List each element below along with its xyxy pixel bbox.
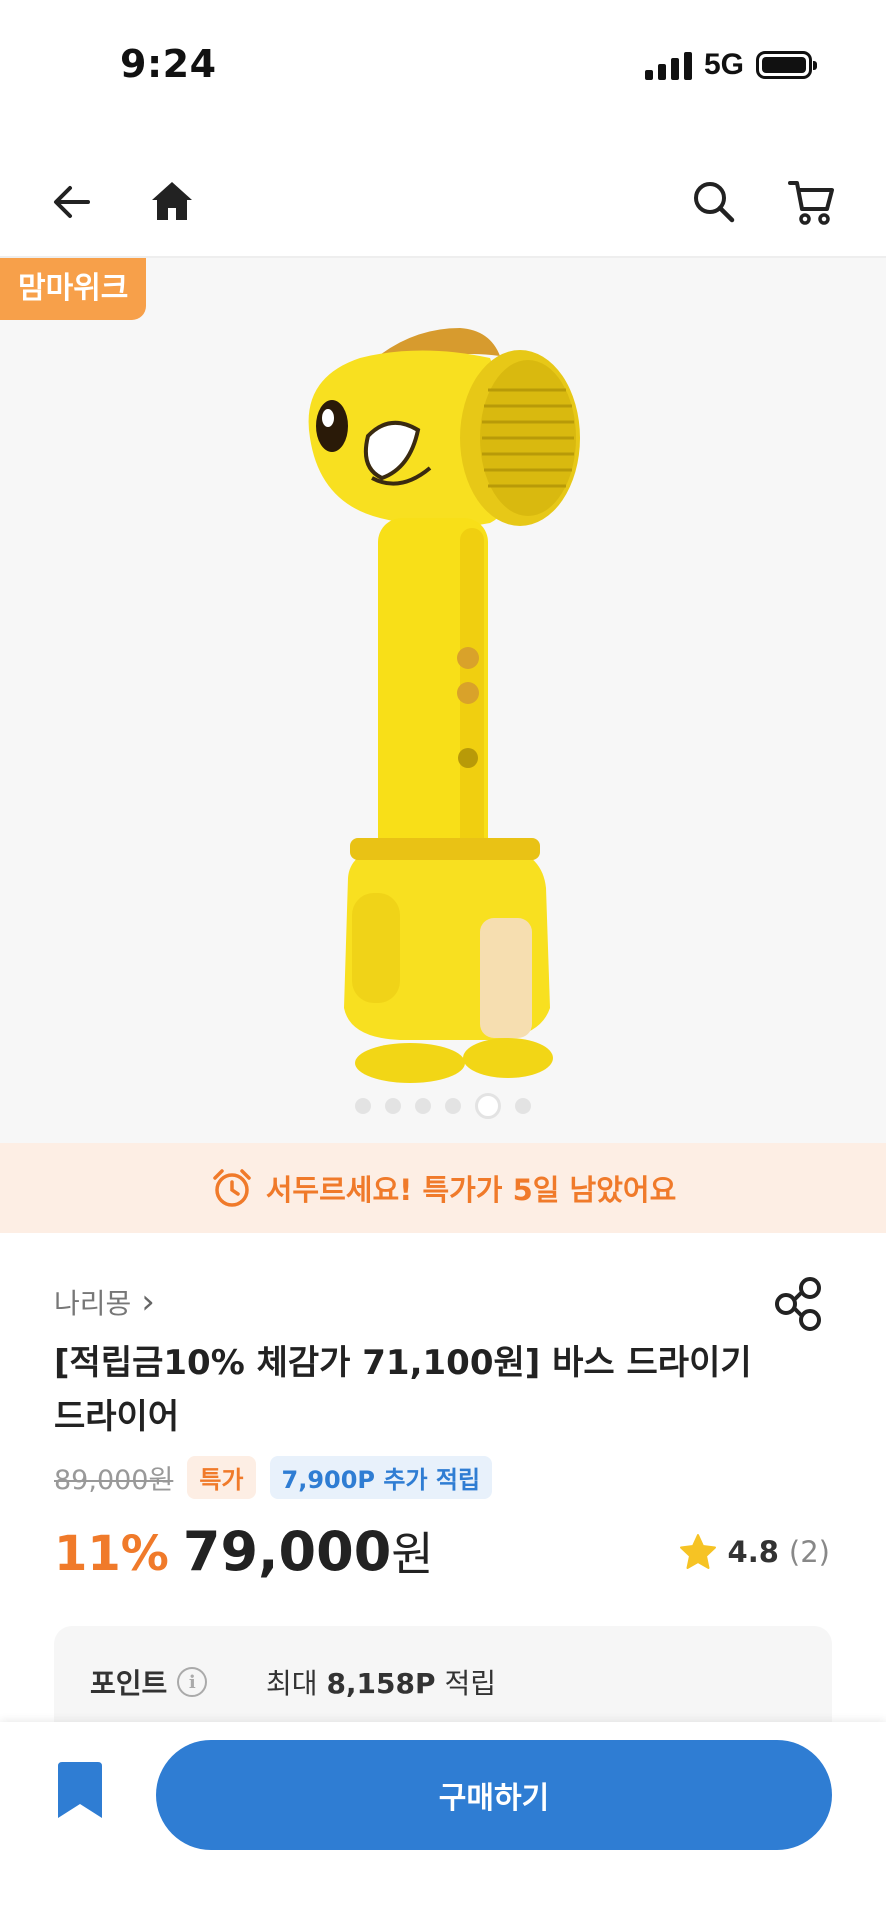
review-count: (2): [788, 1535, 830, 1569]
bookmark-icon: [58, 1762, 102, 1818]
back-arrow-icon: [54, 186, 90, 218]
status-bar: 9:24 5G: [0, 0, 886, 130]
points-amount: 8,158P: [326, 1667, 436, 1700]
product-title: [적립금10% 체감가 71,100원] 바스 드라이기 드라이어: [54, 1343, 752, 1437]
signal-icon: [644, 50, 692, 80]
status-time: 9:24: [120, 42, 217, 86]
status-indicators: 5G: [644, 48, 817, 82]
discount-rate: 11%: [54, 1526, 169, 1582]
carousel-dot[interactable]: [515, 1098, 531, 1114]
bonus-points-tag: 7,900P 추가 적립: [269, 1456, 493, 1499]
event-badge: 맘마위크: [0, 258, 147, 320]
product-image: [308, 328, 580, 1083]
bottom-action-bar: 구매하기: [0, 1722, 886, 1920]
brand-name: 나리몽: [54, 1287, 132, 1320]
home-icon: [152, 182, 192, 220]
special-deal-tag: 특가: [187, 1456, 256, 1499]
alarm-clock-icon: [212, 1169, 251, 1207]
bookmark-button[interactable]: [52, 1760, 108, 1824]
points-prefix: 최대: [266, 1667, 318, 1700]
original-price: 89,000원: [54, 1465, 174, 1496]
points-label-group: 포인트 i: [90, 1662, 208, 1702]
buy-button[interactable]: 구매하기: [156, 1740, 832, 1850]
share-icon: [775, 1277, 821, 1331]
home-button[interactable]: [140, 170, 204, 234]
rating-value: 4.8: [727, 1535, 779, 1569]
carousel-dot[interactable]: [415, 1098, 431, 1114]
price-row: 11% 79,000원: [54, 1518, 434, 1584]
share-button[interactable]: [770, 1276, 826, 1332]
carousel-dot-active[interactable]: [475, 1093, 501, 1119]
brand-link[interactable]: 나리몽 ›: [54, 1282, 155, 1322]
price-meta-row: 89,000원 특가 7,900P 추가 적립: [54, 1456, 493, 1499]
deal-countdown-text: 서두르세요! 특가가 5일 남았어요: [265, 1173, 677, 1207]
network-label: 5G: [703, 48, 744, 81]
top-nav: [0, 148, 886, 258]
points-value: 최대 8,158P 적립: [266, 1662, 496, 1702]
chevron-right-icon: ›: [141, 1282, 155, 1322]
back-button[interactable]: [40, 170, 104, 234]
battery-icon: [756, 51, 817, 79]
points-suffix: 적립: [444, 1667, 496, 1700]
deal-countdown-banner: 서두르세요! 특가가 5일 남았어요: [0, 1143, 886, 1233]
carousel-indicator: [0, 1093, 886, 1119]
product-image-carousel[interactable]: 맘마위크: [0, 258, 886, 1143]
carousel-dot[interactable]: [355, 1098, 371, 1114]
points-label: 포인트: [90, 1667, 168, 1700]
search-button[interactable]: [682, 170, 746, 234]
info-icon[interactable]: i: [177, 1667, 208, 1697]
currency-unit: 원: [391, 1527, 434, 1581]
carousel-dot[interactable]: [445, 1098, 461, 1114]
rating-summary[interactable]: 4.8 (2): [678, 1532, 830, 1572]
search-icon: [694, 182, 735, 223]
cart-icon: [788, 181, 834, 225]
cart-button[interactable]: [780, 170, 844, 234]
star-icon: [679, 1534, 716, 1569]
sale-price: 79,000: [182, 1520, 392, 1583]
carousel-dot[interactable]: [385, 1098, 401, 1114]
